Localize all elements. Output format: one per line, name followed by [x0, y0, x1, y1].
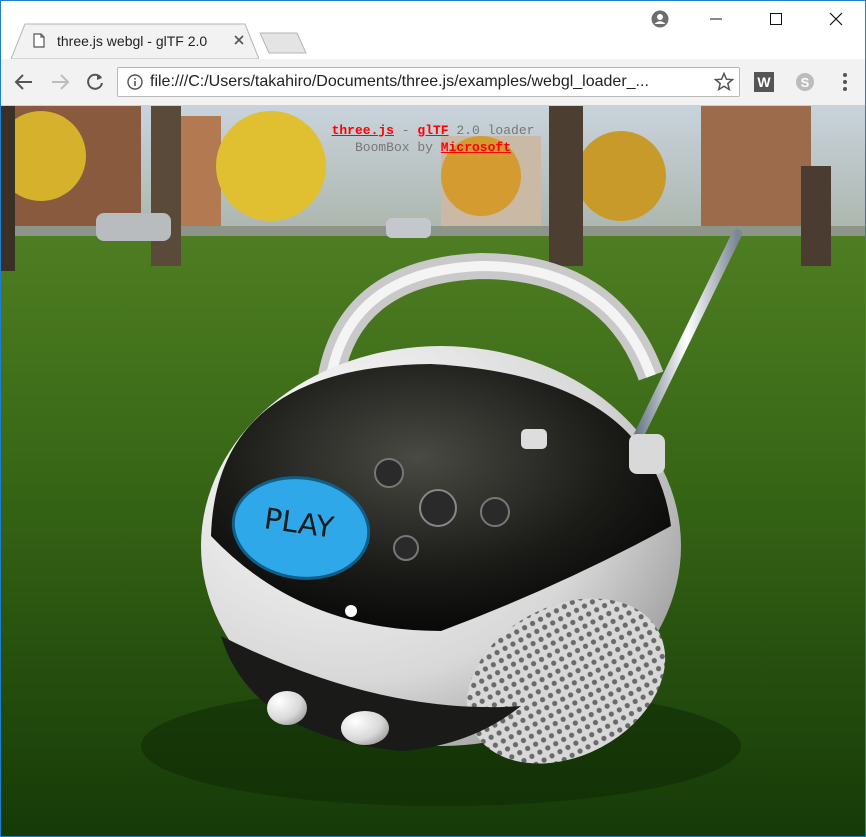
back-arrow-icon[interactable]: [13, 71, 35, 93]
close-icon[interactable]: [232, 33, 246, 47]
microsoft-link[interactable]: Microsoft: [441, 140, 511, 155]
info-line-1: three.js - glTF 2.0 loader: [1, 122, 865, 139]
address-bar[interactable]: file:///C:/Users/takahiro/Documents/thre…: [117, 67, 740, 97]
gltf-link[interactable]: glTF: [417, 123, 448, 138]
forward-arrow-icon[interactable]: [49, 71, 71, 93]
maximize-icon: [770, 13, 782, 25]
address-text[interactable]: file:///C:/Users/takahiro/Documents/thre…: [150, 73, 698, 91]
page-icon: [33, 33, 45, 48]
window-close-button[interactable]: [811, 1, 861, 37]
info-line-2: BoomBox by Microsoft: [1, 139, 865, 156]
info-line-2-text: BoomBox by: [354, 140, 441, 155]
tab-strip: three.js webgl - glTF 2.0: [1, 1, 865, 59]
star-icon[interactable]: [714, 72, 734, 92]
active-tab[interactable]: three.js webgl - glTF 2.0: [11, 23, 259, 59]
window-close-icon: [829, 12, 843, 26]
info-line-1-rest: 2.0 loader: [448, 123, 535, 138]
scene-render: [1, 106, 865, 836]
webgl-canvas[interactable]: three.js - glTF 2.0 loader BoomBox by Mi…: [1, 106, 865, 836]
browser-window: three.js webgl - glTF 2.0 file:///C:/Use…: [0, 0, 866, 837]
tab-title: three.js webgl - glTF 2.0: [57, 33, 208, 49]
minimize-button[interactable]: [691, 1, 741, 37]
threejs-link[interactable]: three.js: [332, 123, 394, 138]
w-extension-icon[interactable]: W: [754, 72, 774, 92]
info-overlay: three.js - glTF 2.0 loader BoomBox by Mi…: [1, 122, 865, 156]
new-tab-icon[interactable]: [259, 32, 307, 54]
minimize-icon: [710, 18, 722, 20]
browser-toolbar: file:///C:/Users/takahiro/Documents/thre…: [1, 59, 865, 106]
reload-icon[interactable]: [84, 71, 106, 93]
info-icon[interactable]: [127, 74, 143, 90]
menu-icon[interactable]: [841, 72, 849, 92]
info-separator: -: [393, 123, 418, 138]
profile-icon[interactable]: [651, 10, 669, 28]
svg-text:S: S: [801, 75, 810, 90]
maximize-button[interactable]: [751, 1, 801, 37]
skype-icon[interactable]: S: [794, 71, 816, 93]
